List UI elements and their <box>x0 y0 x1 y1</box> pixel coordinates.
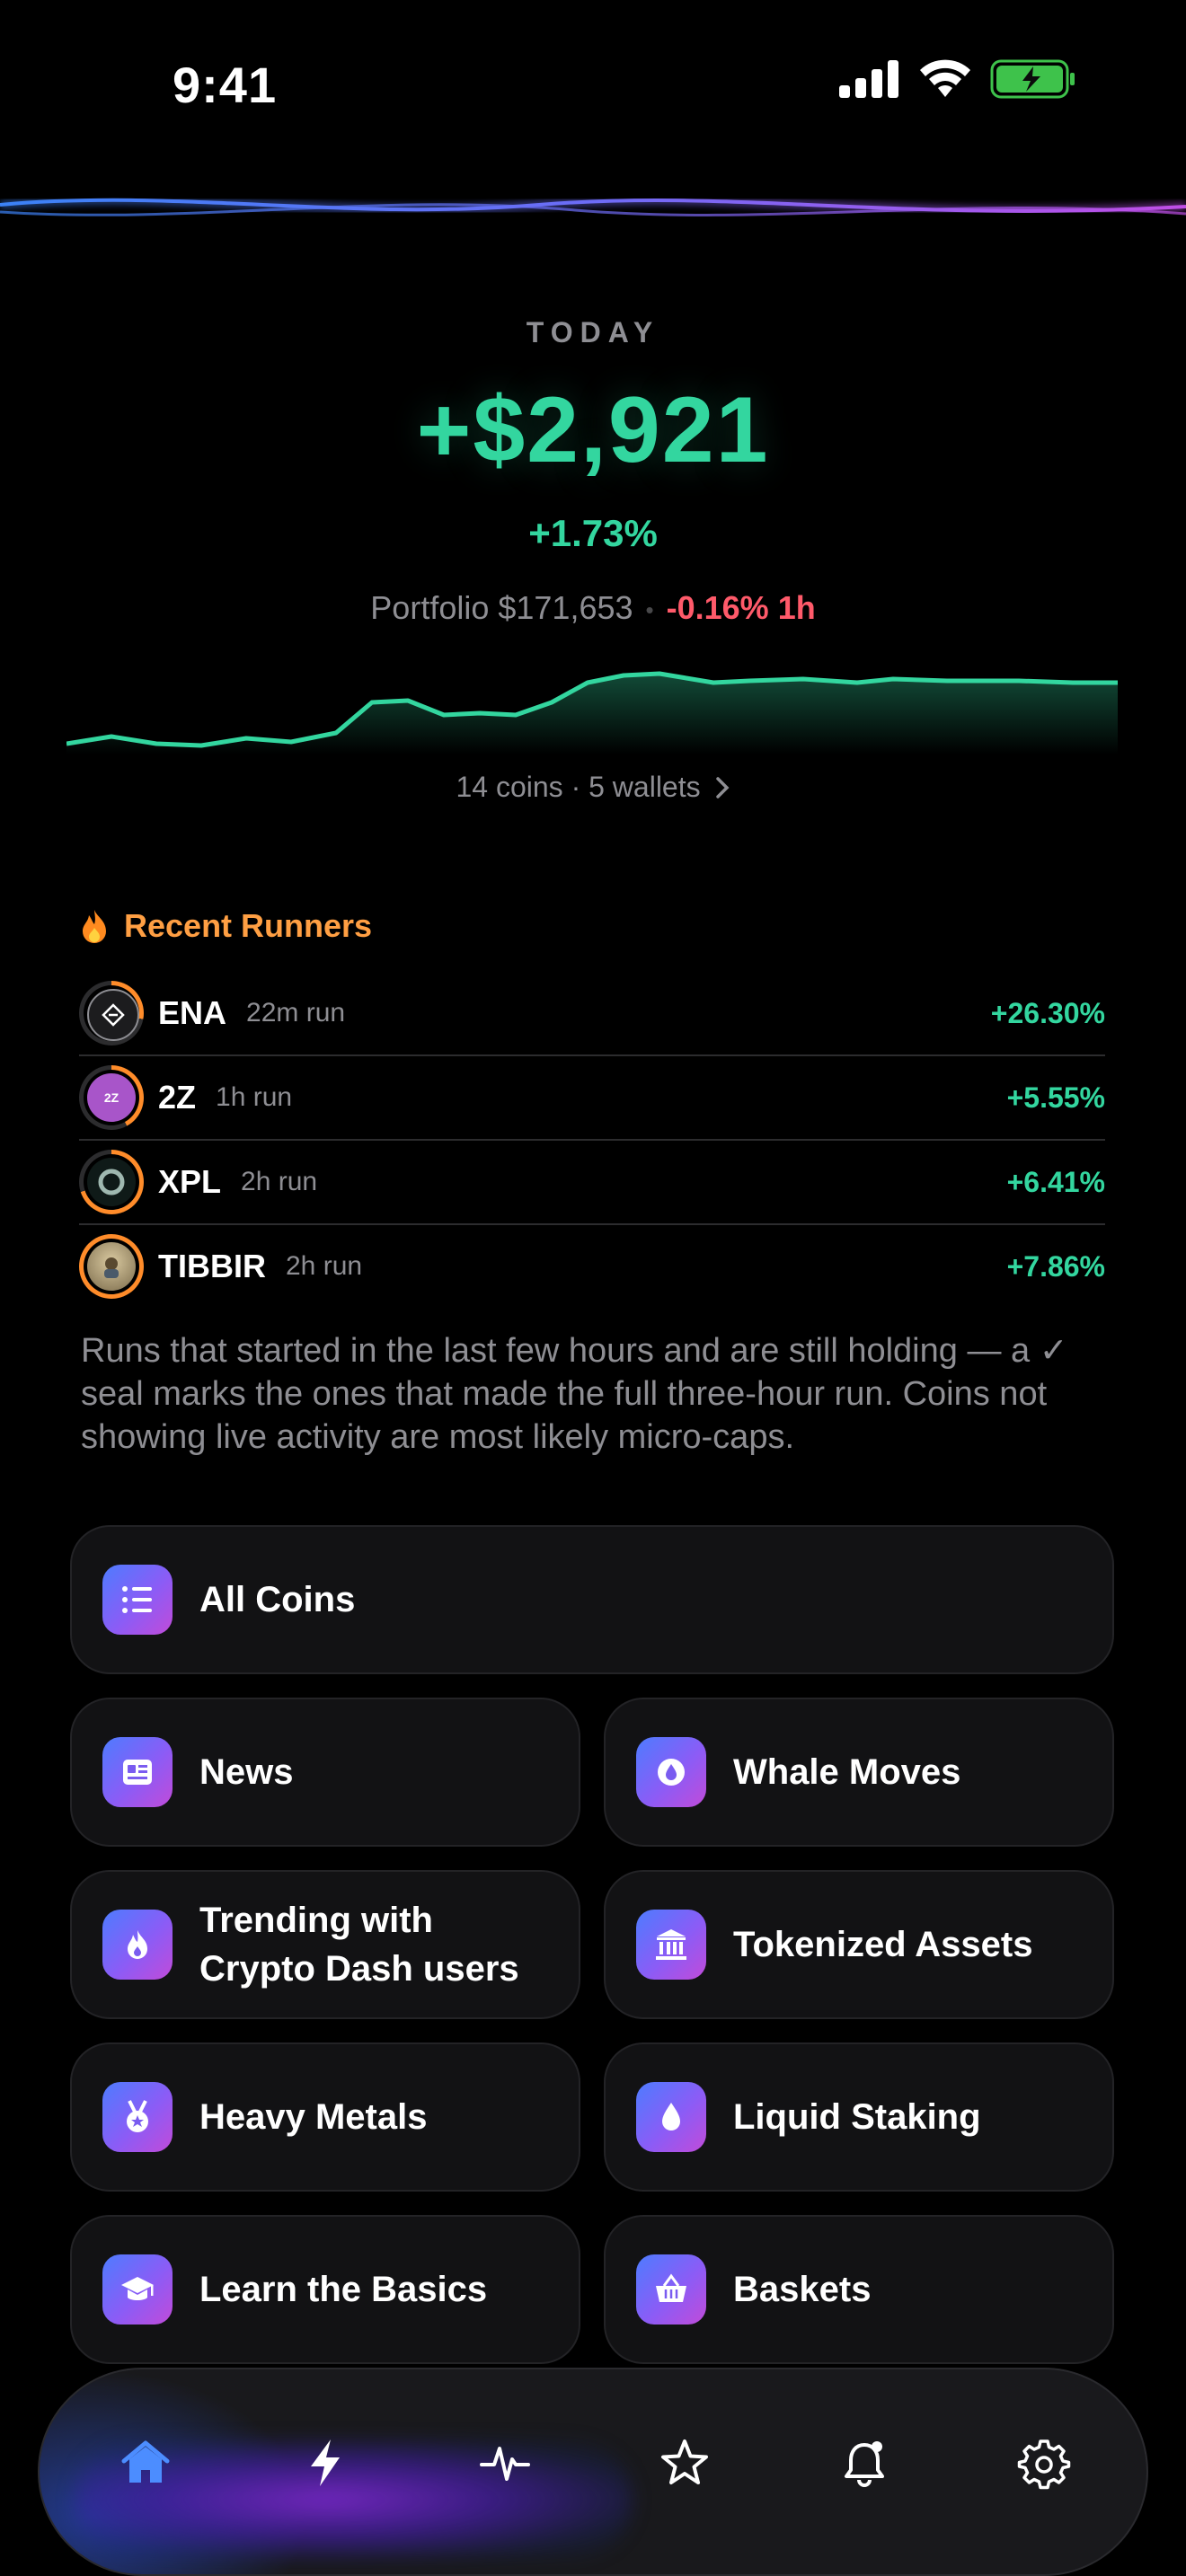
tab-bolt[interactable] <box>280 2418 370 2508</box>
2z-logo-text: 2Z <box>103 1090 119 1105</box>
runner-symbol: 2Z <box>158 1079 197 1116</box>
runner-symbol: TIBBIR <box>158 1248 266 1284</box>
fire-icon <box>83 910 106 943</box>
separator-dot: • <box>645 595 654 623</box>
runner-symbol: ENA <box>158 994 227 1031</box>
tab-bar <box>38 2368 1148 2576</box>
tokenized-assets-card[interactable]: Tokenized Assets <box>604 1870 1114 2019</box>
portfolio-value: Portfolio $171,653 <box>370 589 633 626</box>
battery-icon <box>990 59 1075 99</box>
bell-icon <box>845 2441 884 2487</box>
runner-row-ena[interactable]: ENA 22m run +26.30% <box>79 972 1105 1056</box>
whale-moves-card[interactable]: Whale Moves <box>604 1698 1114 1847</box>
whale-moves-label: Whale Moves <box>733 1752 961 1792</box>
tab-home[interactable] <box>101 2418 190 2508</box>
heavy-metals-label: Heavy Metals <box>199 2097 428 2137</box>
news-card[interactable]: News <box>70 1698 580 1847</box>
baskets-card[interactable]: Baskets <box>604 2215 1114 2364</box>
basket-icon <box>636 2254 706 2325</box>
pulse-icon <box>480 2447 530 2481</box>
runner-change: +5.55% <box>1006 1081 1105 1114</box>
runners-list: ENA 22m run +26.30% 2Z 2Z 1h run +5.55% … <box>79 972 1105 1308</box>
tokenized-assets-label: Tokenized Assets <box>733 1925 1033 1964</box>
tab-alerts[interactable] <box>819 2418 909 2508</box>
all-coins-label: All Coins <box>199 1580 356 1619</box>
today-label: TODAY <box>526 316 660 348</box>
runners-description: Runs that started in the last few hours … <box>81 1332 1068 1456</box>
list-icon <box>102 1565 173 1635</box>
liquid-staking-card[interactable]: Liquid Staking <box>604 2042 1114 2192</box>
runner-age: 2h run <box>241 1167 318 1196</box>
bank-icon <box>636 1910 706 1980</box>
runner-age: 1h run <box>216 1082 293 1112</box>
runner-change: +6.41% <box>1006 1165 1105 1198</box>
coins-wallets-link[interactable]: 14 coins · 5 wallets <box>0 771 1186 804</box>
recent-runners-title: Recent Runners <box>79 907 372 945</box>
flame-icon <box>102 1910 173 1980</box>
graduation-cap-icon <box>102 2254 173 2325</box>
home-icon <box>121 2440 170 2483</box>
portfolio-line: Portfolio $171,653 • -0.16% 1h <box>0 589 1186 627</box>
tab-activity[interactable] <box>460 2418 550 2508</box>
whale-drop-icon <box>636 1737 706 1807</box>
runner-row-tibbir[interactable]: TIBBIR 2h run +7.86% <box>79 1225 1105 1308</box>
runner-change: +26.30% <box>990 996 1105 1029</box>
heavy-metals-card[interactable]: Heavy Metals <box>70 2042 580 2192</box>
learn-basics-card[interactable]: Learn the Basics <box>70 2215 580 2364</box>
runner-age: 2h run <box>286 1251 363 1281</box>
change-1h: -0.16% 1h <box>666 589 816 626</box>
header-wave <box>0 195 1186 216</box>
star-icon <box>661 2439 708 2484</box>
trending-card[interactable]: Trending with Crypto Dash users <box>70 1870 580 2019</box>
runner-row-xpl[interactable]: XPL 2h run +6.41% <box>79 1141 1105 1225</box>
tab-favorites[interactable] <box>640 2418 730 2508</box>
gear-icon <box>1017 2439 1071 2490</box>
today-pnl-amount: +$2,921 <box>416 378 770 482</box>
signal-icon <box>839 60 898 98</box>
coins-wallets-text: 14 coins · 5 wallets <box>456 771 701 803</box>
recent-runners-label: Recent Runners <box>124 907 373 944</box>
newspaper-icon <box>102 1737 173 1807</box>
ena-coin-icon <box>79 981 144 1045</box>
portfolio-sparkline[interactable] <box>66 647 1118 754</box>
all-coins-card[interactable]: All Coins <box>70 1525 1114 1674</box>
bolt-icon <box>311 2439 340 2486</box>
runner-change: +7.86% <box>1006 1249 1105 1283</box>
water-drop-icon <box>636 2082 706 2152</box>
learn-basics-label: Learn the Basics <box>199 2270 488 2309</box>
trending-label: Trending with Crypto Dash users <box>199 1901 519 1989</box>
today-pnl-percent: +1.73% <box>528 512 658 554</box>
tibbir-coin-icon <box>79 1234 144 1299</box>
runner-row-2z[interactable]: 2Z 2Z 1h run +5.55% <box>79 1056 1105 1141</box>
chevron-right-icon <box>715 777 729 798</box>
medal-icon <box>102 2082 173 2152</box>
wifi-icon <box>920 59 970 97</box>
runner-symbol: XPL <box>158 1163 222 1200</box>
2z-coin-icon: 2Z <box>79 1065 144 1130</box>
status-time: 9:41 <box>173 57 278 113</box>
liquid-staking-label: Liquid Staking <box>733 2097 981 2137</box>
tab-settings[interactable] <box>999 2418 1089 2508</box>
xpl-coin-icon <box>79 1150 144 1214</box>
runner-age: 22m run <box>246 998 346 1028</box>
status-icons <box>839 59 1076 99</box>
news-label: News <box>199 1752 294 1792</box>
baskets-label: Baskets <box>733 2270 872 2309</box>
